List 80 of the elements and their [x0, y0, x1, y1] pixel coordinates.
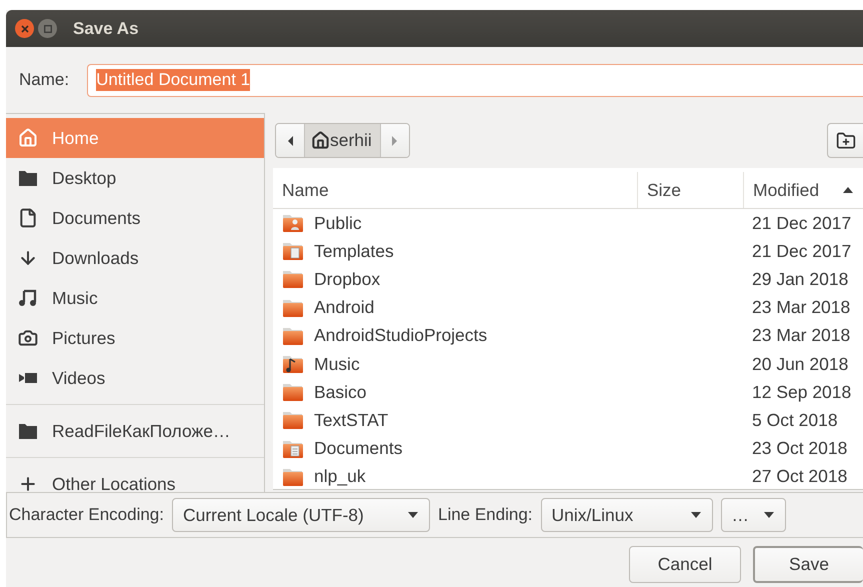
modified-date: 20 Jun 2018: [751, 354, 850, 375]
file-name[interactable]: Documents: [314, 438, 403, 460]
sidebar-item-label: Videos: [52, 368, 106, 388]
modified-date: 12 Sep 2018: [751, 382, 852, 403]
dropdown[interactable]: Unix/Linux: [540, 498, 713, 532]
modified-date: 23 Mar 2018: [751, 297, 852, 318]
sidebar-item[interactable]: Desktop: [6, 158, 264, 198]
sidebar-item[interactable]: Documents: [6, 198, 264, 238]
modified-date: 27 Oct 2018: [751, 466, 848, 488]
dropdown[interactable]: …: [720, 498, 786, 532]
left-arrow-icon: [286, 134, 294, 146]
dialog-button[interactable]: Cancel: [629, 546, 741, 583]
file-name[interactable]: Android: [314, 297, 374, 318]
sidebar-item-label: Desktop: [52, 168, 116, 188]
column-header[interactable]: Modified: [743, 172, 863, 208]
file-name[interactable]: Public: [314, 212, 362, 234]
folder-icon: [282, 298, 304, 318]
document-folder-icon: [282, 438, 304, 459]
file-name[interactable]: Basico: [314, 382, 367, 403]
sidebar-item[interactable]: Pictures: [6, 318, 264, 358]
sidebar-item-label: Home: [52, 128, 99, 148]
close-button[interactable]: [15, 19, 34, 38]
sidebar-item[interactable]: Other Locations: [6, 464, 264, 492]
sidebar-item-label: Music: [52, 288, 98, 308]
file-name[interactable]: AndroidStudioProjects: [314, 325, 488, 346]
sidebar-item-label: Downloads: [52, 248, 139, 268]
camera-icon: [18, 328, 38, 348]
file-name[interactable]: Templates: [314, 240, 394, 262]
sidebar-item[interactable]: ReadFileКакПоложе…: [6, 411, 264, 451]
folder-icon: [282, 269, 304, 290]
download-icon: [18, 248, 38, 268]
modified-date: 5 Oct 2018: [751, 410, 839, 431]
folder-icon: [282, 410, 304, 430]
dropdown[interactable]: Current Locale (UTF-8): [172, 498, 430, 532]
home-icon: [18, 128, 38, 148]
person-folder-icon: [282, 213, 304, 234]
sidebar-item-label: Other Locations: [52, 474, 176, 492]
video-camera-icon: [18, 371, 38, 385]
window-title: Save As: [73, 18, 139, 38]
file-name[interactable]: Music: [314, 354, 360, 375]
new-folder-icon: [836, 130, 856, 150]
sidebar-item[interactable]: Music: [6, 278, 264, 318]
modified-date: 23 Oct 2018: [751, 438, 848, 460]
music-note-icon: [18, 289, 38, 307]
modified-date: 21 Dec 2017: [751, 212, 852, 234]
path-segment[interactable]: serhii: [304, 124, 381, 157]
sidebar-item-label: Pictures: [52, 328, 116, 348]
sidebar-item[interactable]: Downloads: [6, 238, 264, 278]
maximize-icon: [44, 24, 52, 32]
folder-icon: [282, 382, 304, 402]
column-header[interactable]: Size: [637, 172, 743, 208]
modified-date: 29 Jan 2018: [751, 268, 850, 290]
option-label: Line Ending:: [438, 505, 533, 525]
modified-date: 21 Dec 2017: [751, 240, 852, 262]
option-label: Character Encoding:: [9, 505, 164, 525]
template-folder-icon: [282, 241, 304, 262]
sidebar-item-label: ReadFileКакПоложе…: [52, 420, 230, 442]
right-arrow-icon: [390, 134, 400, 146]
path-segment-label: serhii: [330, 130, 372, 151]
folder-icon: [18, 169, 38, 187]
new-folder-button[interactable]: [827, 123, 863, 158]
folder-icon: [282, 326, 304, 346]
sidebar-item[interactable]: Videos: [6, 358, 264, 398]
sidebar-item-label: Documents: [52, 208, 141, 228]
column-header[interactable]: Name: [273, 172, 637, 208]
folder-icon: [18, 422, 38, 440]
close-icon: [20, 24, 28, 32]
folder-icon: [282, 466, 304, 487]
document-icon: [18, 208, 38, 228]
file-name[interactable]: TextSTAT: [314, 410, 388, 431]
modified-date: 23 Mar 2018: [751, 325, 852, 346]
name-label: Name:: [19, 70, 70, 90]
home-icon: [311, 131, 330, 150]
back-button[interactable]: [276, 124, 304, 157]
music-folder-icon: [282, 354, 304, 374]
forward-button[interactable]: [380, 124, 409, 157]
dialog-button[interactable]: Save: [753, 546, 863, 583]
file-name[interactable]: nlp_uk: [314, 466, 366, 488]
file-name[interactable]: Dropbox: [314, 268, 380, 290]
maximize-button[interactable]: [38, 19, 57, 38]
